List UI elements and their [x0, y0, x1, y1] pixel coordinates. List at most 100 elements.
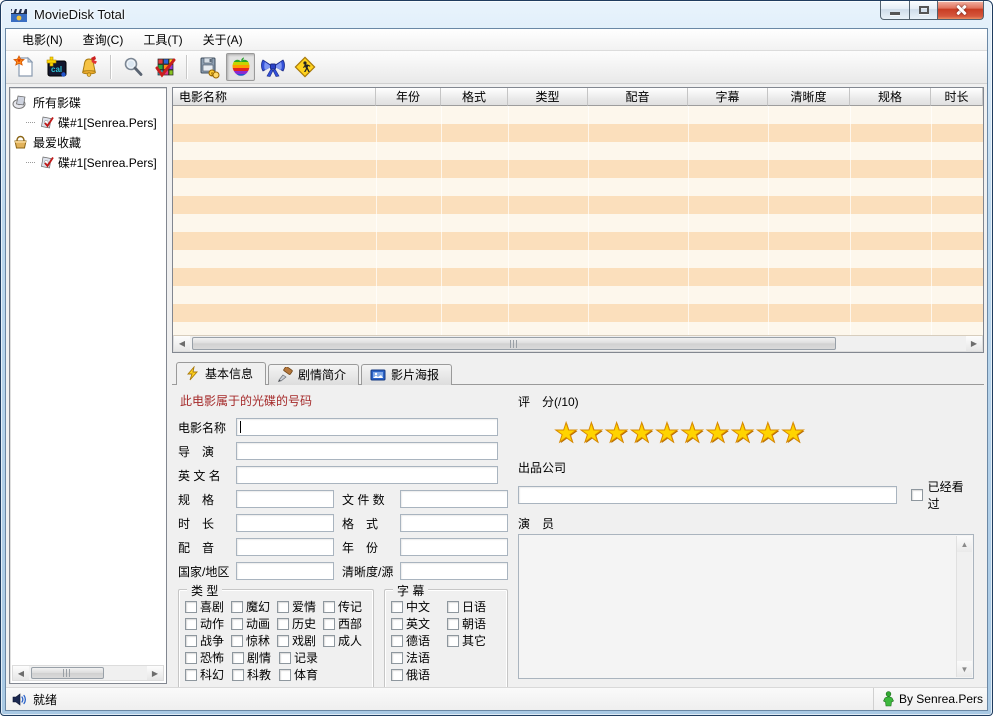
tree-node-disc1-fav[interactable]: 碟#1[Senrea.Pers]: [12, 152, 164, 172]
checkbox[interactable]: [391, 635, 403, 647]
type-checkbox-comedy[interactable]: 喜剧: [185, 598, 231, 615]
new-catalog-button[interactable]: cal: [42, 53, 71, 81]
watched-checkbox[interactable]: 已经看过: [911, 478, 974, 512]
gift-bow-button[interactable]: [258, 53, 287, 81]
subtitle-checkbox-french[interactable]: 法语: [391, 649, 447, 666]
checkbox[interactable]: [391, 652, 403, 664]
scroll-track[interactable]: [190, 336, 966, 351]
director-input[interactable]: [236, 442, 498, 460]
english-name-input[interactable]: [236, 466, 498, 484]
star-icon[interactable]: ★: [705, 418, 730, 448]
column-header-name[interactable]: 电影名称: [173, 88, 376, 106]
tab-basic-info[interactable]: 基本信息: [176, 362, 266, 385]
subtitle-checkbox-other[interactable]: 其它: [447, 632, 503, 649]
star-icon[interactable]: ★: [604, 418, 629, 448]
company-input[interactable]: [518, 486, 897, 504]
column-header-type[interactable]: 类型: [508, 88, 588, 106]
movie-table-body[interactable]: [173, 106, 983, 335]
minimize-button[interactable]: [880, 1, 910, 20]
scroll-right-icon[interactable]: ▶: [966, 336, 982, 351]
scroll-up-icon[interactable]: ▲: [957, 536, 972, 552]
export-data-button[interactable]: $: [194, 53, 223, 81]
actors-textarea[interactable]: ▲ ▼: [518, 534, 974, 679]
subtitle-checkbox-german[interactable]: 德语: [391, 632, 447, 649]
checkbox[interactable]: [323, 618, 335, 630]
subtitle-checkbox-japanese[interactable]: 日语: [447, 598, 503, 615]
tree-node-all-discs[interactable]: 所有影碟: [12, 92, 164, 112]
checkbox[interactable]: [185, 669, 197, 681]
column-header-spec[interactable]: 规格: [850, 88, 931, 106]
splitter[interactable]: [172, 353, 984, 362]
checkbox[interactable]: [279, 669, 291, 681]
type-checkbox-horror[interactable]: 恐怖: [185, 649, 232, 666]
checkbox[interactable]: [391, 601, 403, 613]
guide-sign-button[interactable]: [290, 53, 319, 81]
scroll-thumb[interactable]: [192, 337, 836, 350]
menu-tools[interactable]: 工具(T): [133, 28, 192, 51]
checkbox[interactable]: [447, 618, 459, 630]
checkbox[interactable]: [185, 635, 197, 647]
file-count-input[interactable]: [400, 490, 508, 508]
subtitle-checkbox-chinese[interactable]: 中文: [391, 598, 447, 615]
checkbox[interactable]: [231, 635, 243, 647]
column-header-format[interactable]: 格式: [441, 88, 508, 106]
type-checkbox-history[interactable]: 历史: [277, 615, 323, 632]
star-icon[interactable]: ★: [731, 418, 756, 448]
star-icon[interactable]: ★: [554, 418, 579, 448]
type-checkbox-action[interactable]: 动作: [185, 615, 231, 632]
checkbox[interactable]: [391, 618, 403, 630]
reminder-bell-button[interactable]: [74, 53, 103, 81]
type-checkbox-adult[interactable]: 成人: [323, 632, 369, 649]
star-icon[interactable]: ★: [579, 418, 604, 448]
search-button[interactable]: [118, 53, 147, 81]
star-icon[interactable]: ★: [756, 418, 781, 448]
column-header-clarity[interactable]: 清晰度: [768, 88, 850, 106]
title-bar[interactable]: MovieDisk Total: [1, 1, 992, 28]
menu-about[interactable]: 关于(A): [193, 28, 253, 51]
checkbox[interactable]: [911, 489, 923, 501]
menu-movie[interactable]: 电影(N): [12, 28, 73, 51]
checkbox[interactable]: [185, 618, 197, 630]
checkbox[interactable]: [447, 635, 459, 647]
statistics-cube-button[interactable]: [150, 53, 179, 81]
column-header-subtitle[interactable]: 字幕: [688, 88, 768, 106]
column-header-duration[interactable]: 时长: [931, 88, 983, 106]
star-icon[interactable]: ★: [630, 418, 655, 448]
duration-input[interactable]: [236, 514, 334, 532]
tree-horizontal-scrollbar[interactable]: ◀ ▶: [12, 665, 164, 681]
table-horizontal-scrollbar[interactable]: ◀ ▶: [173, 335, 983, 352]
subtitle-checkbox-russian[interactable]: 俄语: [391, 666, 447, 683]
checkbox[interactable]: [232, 669, 244, 681]
type-checkbox-western[interactable]: 西部: [323, 615, 369, 632]
checkbox[interactable]: [185, 601, 197, 613]
checkbox[interactable]: [185, 652, 197, 664]
column-header-dubbing[interactable]: 配音: [588, 88, 688, 106]
type-checkbox-romance[interactable]: 爱情: [277, 598, 323, 615]
type-checkbox-documentary[interactable]: 记录: [279, 649, 326, 666]
clarity-input[interactable]: [400, 562, 508, 580]
type-checkbox-biography[interactable]: 传记: [323, 598, 369, 615]
type-checkbox-fantasy[interactable]: 魔幻: [231, 598, 277, 615]
apple-skin-button[interactable]: [226, 53, 255, 81]
movie-name-input[interactable]: [236, 418, 498, 436]
checkbox[interactable]: [277, 601, 289, 613]
scroll-thumb[interactable]: [31, 667, 104, 679]
scroll-left-icon[interactable]: ◀: [174, 336, 190, 351]
checkbox[interactable]: [323, 635, 335, 647]
checkbox[interactable]: [391, 669, 403, 681]
type-checkbox-thriller[interactable]: 惊秫: [231, 632, 277, 649]
checkbox[interactable]: [231, 601, 243, 613]
type-checkbox-plot[interactable]: 剧情: [232, 649, 279, 666]
menu-query[interactable]: 查询(C): [73, 28, 134, 51]
scroll-right-icon[interactable]: ▶: [147, 666, 163, 680]
country-input[interactable]: [236, 562, 334, 580]
star-icon[interactable]: ★: [680, 418, 705, 448]
star-icon[interactable]: ★: [655, 418, 680, 448]
type-checkbox-scifi[interactable]: 科幻: [185, 666, 232, 683]
type-checkbox-drama[interactable]: 戏剧: [277, 632, 323, 649]
tree-node-disc1[interactable]: 碟#1[Senrea.Pers]: [12, 112, 164, 132]
scroll-down-icon[interactable]: ▼: [957, 661, 972, 677]
dubbing-input[interactable]: [236, 538, 334, 556]
type-checkbox-animation[interactable]: 动画: [231, 615, 277, 632]
type-checkbox-sports[interactable]: 体育: [279, 666, 326, 683]
